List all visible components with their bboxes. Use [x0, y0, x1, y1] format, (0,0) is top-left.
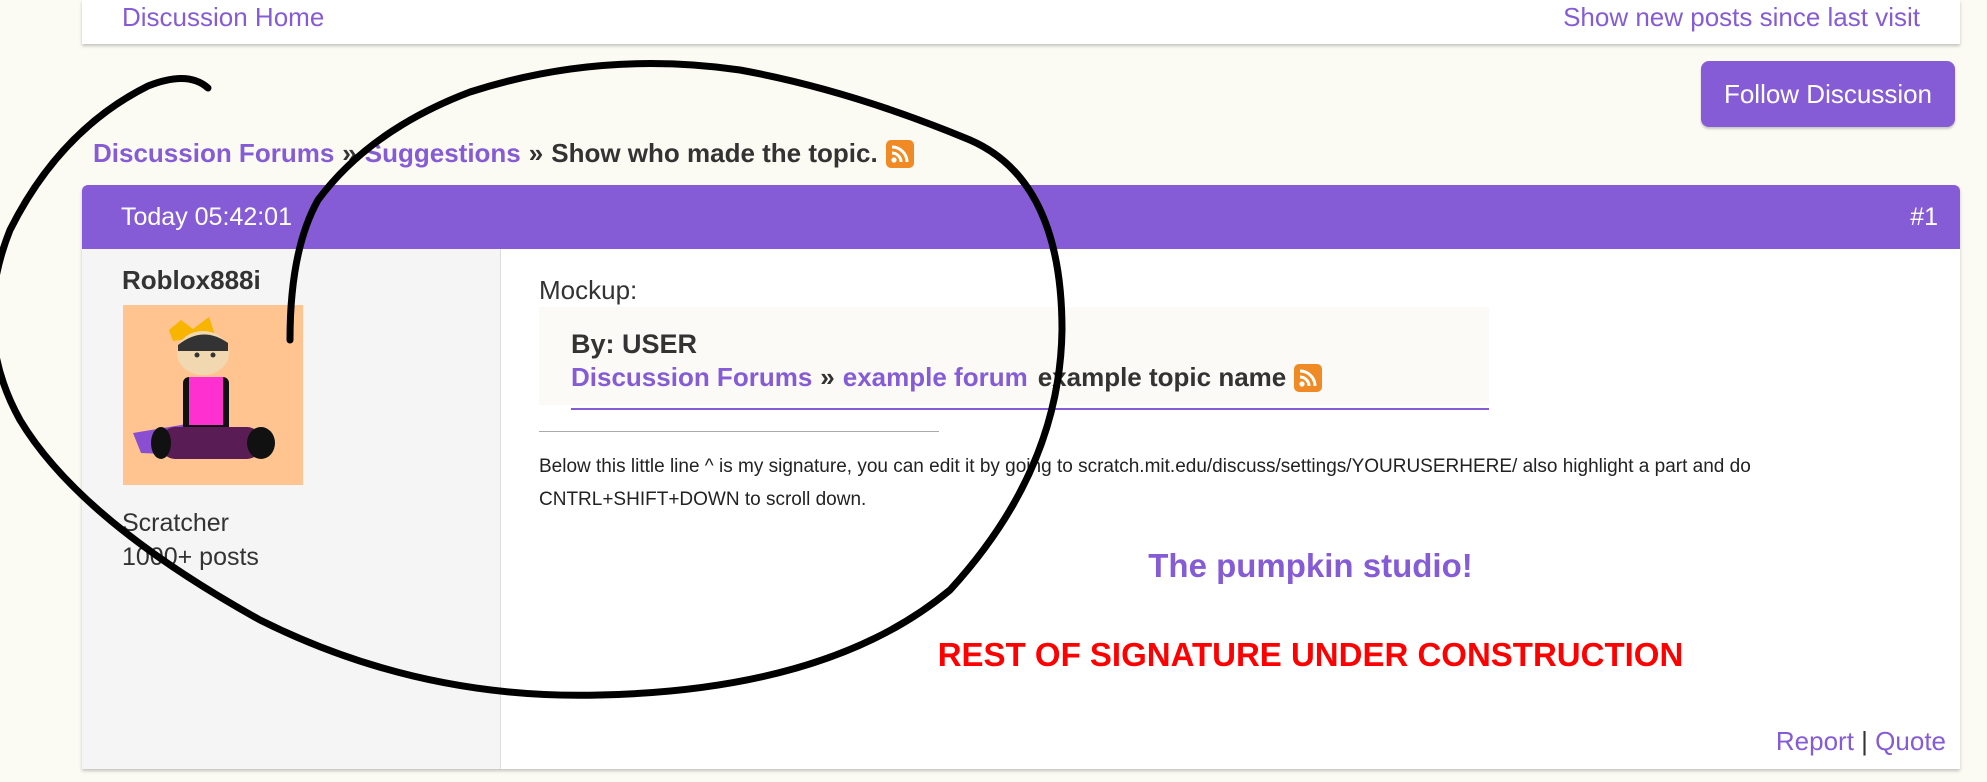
discussion-home-link[interactable]: Discussion Home — [122, 2, 324, 33]
breadcrumb-category-link[interactable]: Suggestions — [365, 138, 521, 169]
breadcrumb-separator: » — [342, 138, 357, 168]
mockup-forums-link: Discussion Forums — [571, 362, 813, 392]
show-new-posts-link[interactable]: Show new posts since last visit — [1563, 2, 1920, 33]
author-post-count: 1000+ posts — [122, 543, 259, 571]
signature-studio-link[interactable]: The pumpkin studio! — [539, 547, 1960, 585]
breadcrumb-separator: » — [528, 138, 544, 168]
rss-feed-icon[interactable] — [885, 139, 914, 168]
author-username[interactable]: Roblox888i — [122, 265, 261, 296]
mockup-label: Mockup: — [539, 275, 638, 305]
forum-post: Today 05:42:01 #1 Roblox888i Scratcher 1… — [82, 185, 1960, 769]
post-timestamp: Today 05:42:01 — [121, 203, 292, 231]
breadcrumb: Discussion Forums » Suggestions » Show w… — [93, 138, 914, 169]
mockup-by-user: By: USER — [571, 329, 698, 359]
follow-discussion-button[interactable]: Follow Discussion — [1701, 61, 1955, 127]
quote-link[interactable]: Quote — [1875, 726, 1946, 756]
top-nav-bar: Discussion Home Show new posts since las… — [82, 0, 1960, 44]
mockup-image: By: USER Discussion Forums » example for… — [539, 307, 1489, 405]
report-link[interactable]: Report — [1776, 726, 1854, 756]
actions-divider: | — [1861, 726, 1868, 756]
post-author-panel: Roblox888i Scratcher 1000+ posts — [82, 249, 501, 769]
breadcrumb-forums-link[interactable]: Discussion Forums — [93, 138, 334, 169]
mockup-breadcrumb: Discussion Forums » example forum exampl… — [571, 362, 1323, 393]
post-actions: Report | Quote — [1776, 726, 1946, 757]
signature-divider — [539, 431, 939, 432]
rss-feed-icon — [1294, 363, 1323, 392]
avatar[interactable] — [123, 305, 303, 485]
post-header: Today 05:42:01 #1 — [82, 185, 1960, 249]
mockup-underline — [571, 408, 1489, 410]
post-number-link[interactable]: #1 — [1910, 203, 1938, 232]
author-rank-title: Scratcher — [122, 509, 229, 537]
post-content: Mockup: By: USER Discussion Forums » exa… — [539, 249, 1960, 769]
mockup-topic-name: example topic name — [1037, 362, 1287, 392]
signature-text: Below this little line ^ is my signature… — [539, 456, 1751, 510]
signature-construction-notice: REST OF SIGNATURE UNDER CONSTRUCTION — [937, 636, 1684, 673]
mockup-forum-link: example forum — [842, 362, 1028, 392]
mockup-separator: » — [820, 362, 835, 392]
author-rank: Scratcher 1000+ posts — [122, 506, 259, 574]
topic-title: Show who made the topic. — [551, 138, 878, 168]
